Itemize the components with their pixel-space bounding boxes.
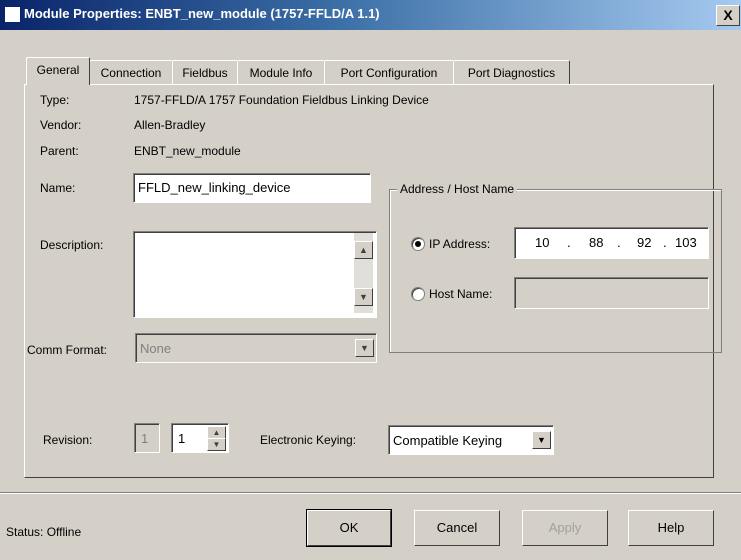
revision-label: Revision: — [43, 433, 93, 447]
revision-major-value: 1 — [141, 431, 149, 446]
comm-format-value: None — [140, 341, 172, 356]
footer-divider-highlight — [0, 493, 741, 494]
description-scrollbar[interactable]: ▲ ▼ — [354, 233, 373, 313]
ip-address-label: IP Address: — [429, 237, 491, 251]
radio-selected-dot — [415, 241, 421, 247]
tab-module-info[interactable]: Module Info — [237, 60, 325, 85]
electronic-keying-label: Electronic Keying: — [260, 433, 357, 447]
host-name-field[interactable] — [514, 277, 709, 309]
ip-octet-2[interactable]: 88 — [589, 235, 603, 250]
scroll-up-button[interactable]: ▲ — [354, 241, 373, 259]
up-arrow-icon: ▲ — [359, 245, 368, 255]
window-title: Module Properties: ENBT_new_module (1757… — [24, 6, 380, 21]
up-arrow-icon: ▲ — [212, 428, 221, 437]
ip-octet-3[interactable]: 92 — [637, 235, 651, 250]
vendor-value: Allen-Bradley — [134, 118, 206, 132]
close-icon: X — [723, 7, 733, 23]
chevron-down-icon: ▼ — [537, 435, 546, 445]
scroll-down-button[interactable]: ▼ — [354, 288, 373, 306]
address-group-title: Address / Host Name — [397, 182, 518, 196]
ip-dot-separator: . — [663, 235, 667, 250]
ip-octet-4[interactable]: 103 — [675, 235, 697, 250]
host-name-radio[interactable] — [411, 287, 425, 301]
ip-dot-separator: . — [617, 235, 621, 250]
tab-port-diagnostics[interactable]: Port Diagnostics — [453, 60, 570, 85]
comm-format-dropdown-button[interactable]: ▼ — [355, 339, 374, 357]
address-host-name-group — [389, 189, 722, 353]
description-label: Description: — [40, 238, 104, 252]
general-tab-panel: Type: 1757-FFLD/A 1757 Foundation Fieldb… — [24, 84, 722, 478]
module-properties-dialog: Module Properties: ENBT_new_module (1757… — [0, 0, 741, 560]
status-text: Status: Offline — [6, 525, 82, 539]
tab-port-configuration[interactable]: Port Configuration — [324, 60, 454, 85]
name-field[interactable]: FFLD_new_linking_device — [133, 173, 371, 203]
app-icon — [4, 6, 21, 23]
tab-general[interactable]: General — [26, 57, 90, 85]
title-bar: Module Properties: ENBT_new_module (1757… — [0, 0, 741, 30]
ip-dot-separator: . — [567, 235, 571, 250]
revision-minor-field[interactable]: 1 ▲ ▼ — [171, 423, 229, 453]
help-button[interactable]: Help — [628, 510, 714, 546]
comm-format-dropdown[interactable]: None ▼ — [135, 333, 377, 363]
name-label: Name: — [40, 181, 76, 195]
comm-format-label: Comm Format: — [27, 343, 108, 357]
revision-spin-down-button[interactable]: ▼ — [207, 438, 226, 451]
parent-label: Parent: — [40, 144, 79, 158]
down-arrow-icon: ▼ — [359, 292, 368, 302]
revision-minor-value: 1 — [178, 431, 186, 446]
parent-value: ENBT_new_module — [134, 144, 241, 158]
name-field-value: FFLD_new_linking_device — [138, 180, 291, 195]
tab-connection[interactable]: Connection — [89, 60, 173, 85]
vendor-label: Vendor: — [40, 118, 82, 132]
revision-major-field[interactable]: 1 — [134, 423, 160, 453]
type-value: 1757-FFLD/A 1757 Foundation Fieldbus Lin… — [134, 93, 429, 107]
ip-address-field[interactable]: 10 . 88 . 92 . 103 — [514, 227, 709, 259]
apply-button[interactable]: Apply — [522, 510, 608, 546]
down-arrow-icon: ▼ — [212, 440, 221, 449]
electronic-keying-dropdown[interactable]: Compatible Keying ▼ — [388, 425, 554, 455]
host-name-label: Host Name: — [429, 287, 493, 301]
electronic-keying-dropdown-button[interactable]: ▼ — [532, 431, 551, 449]
chevron-down-icon: ▼ — [360, 343, 369, 353]
ok-button[interactable]: OK — [306, 509, 392, 547]
description-field[interactable]: ▲ ▼ — [133, 231, 377, 318]
close-button[interactable]: X — [716, 5, 740, 26]
ip-address-radio[interactable] — [411, 237, 425, 251]
electronic-keying-value: Compatible Keying — [393, 433, 503, 448]
ip-octet-1[interactable]: 10 — [535, 235, 549, 250]
tab-fieldbus[interactable]: Fieldbus — [172, 60, 238, 85]
type-label: Type: — [40, 93, 70, 107]
cancel-button[interactable]: Cancel — [414, 510, 500, 546]
